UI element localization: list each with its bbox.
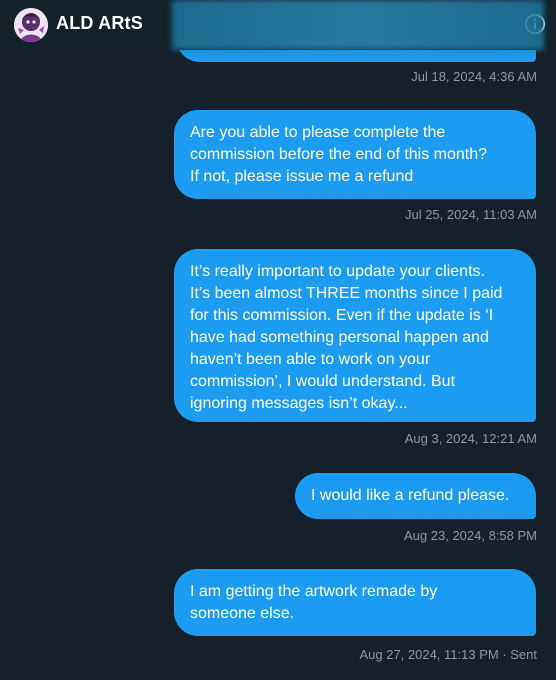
message-timestamp: Aug 3, 2024, 12:21 AM xyxy=(404,431,537,446)
avatar[interactable] xyxy=(14,8,48,42)
conversation-title[interactable]: ALD ARtS xyxy=(56,12,143,34)
message-bubble[interactable]: It’s really important to update your cli… xyxy=(174,249,536,422)
message-bubble[interactable]: Are you able to please complete the comm… xyxy=(174,110,536,199)
message-bubble[interactable]: I would like a refund please. xyxy=(295,473,536,519)
message-timestamp: Jul 25, 2024, 11:03 AM xyxy=(404,207,537,222)
message-timestamp: Jul 18, 2024, 4:36 AM xyxy=(411,69,537,84)
message-timestamp-sent: Aug 27, 2024, 11:13 PM · Sent xyxy=(359,647,537,662)
blur-overlay xyxy=(172,0,544,50)
message-bubble[interactable]: I am getting the artwork remade by someo… xyxy=(174,569,536,636)
dm-conversation-page: ALD ARtS Jul 18, 2024, 4:36 AM Are you a… xyxy=(0,0,556,680)
avatar-image-icon xyxy=(14,8,48,42)
message-timestamp: Aug 23, 2024, 8:58 PM xyxy=(404,528,537,543)
